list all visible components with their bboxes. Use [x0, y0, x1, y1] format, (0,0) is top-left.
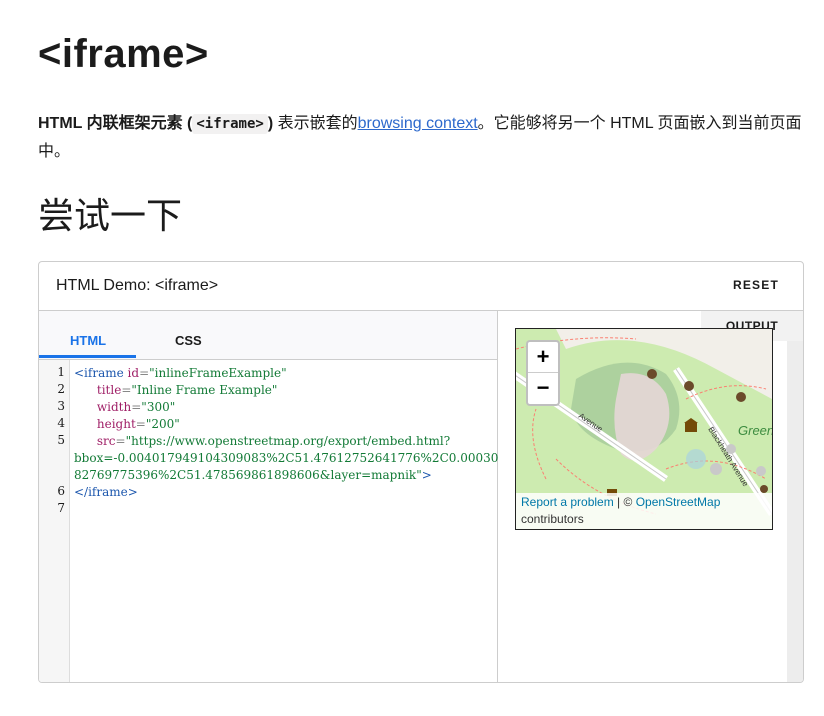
tab-html[interactable]: HTML — [70, 333, 106, 348]
output-scrollbar[interactable] — [787, 341, 803, 682]
embedded-map-iframe[interactable]: Avenue Blackheath Avenue Greenwich Park … — [515, 328, 773, 530]
map-zoom-control: + − — [526, 340, 560, 406]
iframe-code-tag: <iframe> — [192, 114, 268, 134]
line-number: 1 — [57, 365, 65, 379]
line-number: 5 — [57, 433, 65, 447]
line-number: 6 — [57, 484, 65, 498]
active-tab-indicator — [39, 355, 136, 358]
code-line: <iframe id="inlineFrameExample" — [74, 366, 287, 380]
map-attribution: Report a problem | © OpenStreetMap contr… — [516, 493, 772, 529]
browsing-context-link[interactable]: browsing context — [358, 115, 478, 132]
code-line: width="300" — [74, 400, 176, 414]
code-line: height="200" — [74, 417, 180, 431]
line-number-gutter: 1 2 3 4 5 6 7 — [39, 360, 70, 682]
page-title: <iframe> — [38, 32, 209, 76]
intro-bold: HTML 内联框架元素 (<iframe>) — [38, 114, 274, 134]
park-label: Greenwich Park — [738, 423, 772, 438]
interactive-example: HTML Demo: <iframe> RESET HTML CSS 1 2 3… — [38, 261, 804, 683]
code-editor[interactable]: 1 2 3 4 5 6 7 <iframe id="inlineFrameExa… — [39, 360, 529, 682]
output-pane: OUTPUT Avenue Blackheath Avenue Gree + −… — [498, 311, 803, 682]
section-title: 尝试一下 — [38, 195, 183, 236]
openstreetmap-link[interactable]: OpenStreetMap — [636, 495, 721, 509]
tab-css[interactable]: CSS — [175, 333, 202, 348]
line-number: 2 — [57, 382, 65, 396]
line-number: 3 — [57, 399, 65, 413]
reset-button[interactable]: RESET — [733, 278, 779, 292]
intro-paragraph: HTML 内联框架元素 (<iframe>) 表示嵌套的browsing con… — [38, 114, 802, 160]
code-line: src="https://www.openstreetmap.org/expor… — [74, 434, 529, 482]
line-number: 7 — [57, 501, 65, 515]
zoom-in-button[interactable]: + — [528, 342, 558, 373]
report-problem-link[interactable]: Report a problem — [521, 495, 614, 509]
editor-pane: HTML CSS 1 2 3 4 5 6 7 <iframe id="inlin… — [39, 311, 529, 682]
demo-header: HTML Demo: <iframe> RESET — [39, 262, 803, 311]
line-number: 4 — [57, 416, 65, 430]
attribution-contributors: contributors — [521, 512, 584, 526]
code-line: title="Inline Frame Example" — [74, 383, 278, 397]
code-line: </iframe> — [74, 485, 138, 499]
code-content: <iframe id="inlineFrameExample" title="I… — [74, 365, 529, 501]
attribution-separator: | © — [613, 495, 636, 509]
editor-tabs: HTML CSS — [39, 311, 497, 360]
zoom-out-button[interactable]: − — [528, 373, 558, 403]
demo-title: HTML Demo: <iframe> — [56, 277, 219, 294]
